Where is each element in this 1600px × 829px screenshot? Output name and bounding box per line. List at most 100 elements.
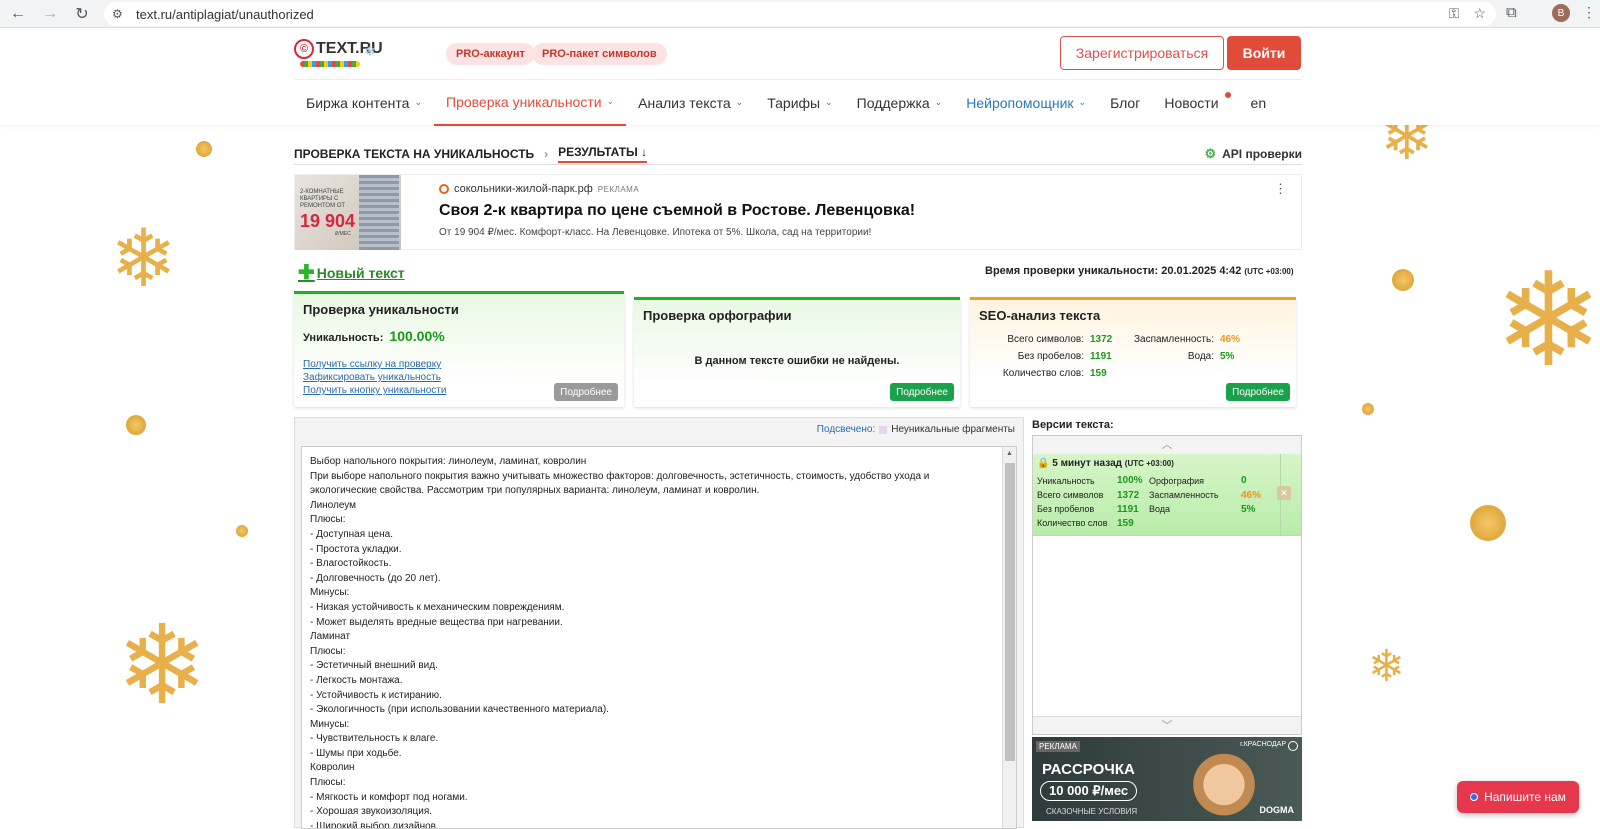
spelling-more-button[interactable]: Подробнее	[890, 383, 954, 401]
version-tz: (UTC +03:00)	[1124, 459, 1174, 468]
get-button-link[interactable]: Получить кнопку уникальности	[303, 384, 446, 397]
ad-city: г.КРАСНОДАР	[1240, 741, 1286, 748]
key-icon[interactable]: ⚿	[1449, 5, 1460, 22]
menu-item-blog[interactable]: Блог	[1098, 80, 1152, 126]
checked-text: Выбор напольного покрытия: линолеум, лам…	[302, 447, 992, 828]
ornament-dot	[1392, 269, 1414, 291]
scrollbar-thumb[interactable]	[1005, 463, 1015, 761]
browser-toolbar: ← → ↻ ⚙ text.ru/antiplagiat/unauthorized…	[0, 0, 1600, 28]
uniqueness-more-button[interactable]: Подробнее	[554, 383, 618, 401]
ad-title[interactable]: Своя 2-к квартира по цене съемной в Рост…	[439, 202, 915, 220]
site-settings-icon[interactable]: ⚙	[112, 7, 130, 21]
menu-label: Биржа контента	[306, 94, 410, 111]
text-line: При выборе напольного покрытия важно учи…	[310, 470, 930, 482]
ad-character-image	[1192, 745, 1256, 817]
version-label: Без пробелов	[1037, 504, 1095, 514]
ad-options-icon[interactable]	[1288, 741, 1298, 751]
uniqueness-card: Проверка уникальности Уникальность: 100.…	[294, 291, 624, 407]
highlight-legend-text: Неуникальные фрагменты	[891, 424, 1015, 435]
fix-uniqueness-link[interactable]: Зафиксировать уникальность	[303, 371, 446, 384]
highlight-label[interactable]: Подсвечено:	[817, 424, 875, 435]
text-line: - Долговечность (до 20 лет).	[310, 572, 441, 584]
chevron-up-icon[interactable]: ︿	[1033, 436, 1301, 454]
menu-label: Нейропомощник	[966, 94, 1074, 111]
menu-item-support[interactable]: Поддержка ⌄	[845, 80, 955, 126]
reload-icon[interactable]: ↻	[68, 2, 96, 26]
highlight-swatch	[879, 425, 888, 434]
menu-item-tariffs[interactable]: Тарифы ⌄	[755, 80, 844, 126]
ad-label: РЕКЛАМА	[1036, 741, 1080, 752]
register-button[interactable]: Зарегистрироваться	[1060, 36, 1224, 70]
breadcrumb: ПРОВЕРКА ТЕКСТА НА УНИКАЛЬНОСТЬ › РЕЗУЛЬ…	[294, 143, 1302, 165]
chevron-down-icon: ⌄	[1078, 97, 1087, 107]
seo-label: Вода:	[1187, 351, 1214, 362]
menu-item-text-analysis[interactable]: Анализ текста ⌄	[626, 80, 755, 126]
text-line: - Может выделять вредные вещества при на…	[310, 616, 563, 628]
scroll-up-icon[interactable]: ▲	[1006, 450, 1013, 457]
chat-status-icon	[1470, 793, 1479, 801]
menu-label: Поддержка	[856, 94, 930, 111]
menu-item-content-exchange[interactable]: Биржа контента ⌄	[294, 80, 434, 126]
ad-domain[interactable]: сокольники-жилой-парк.рф РЕКЛАМА	[439, 183, 639, 195]
text-scrollbar[interactable]: ▲	[1002, 447, 1016, 828]
menu-label: Проверка уникальности	[446, 93, 602, 110]
version-when: 5 минут назад	[1052, 458, 1122, 469]
api-link[interactable]: ⚙ API проверки	[1204, 146, 1302, 162]
menu-item-uniqueness-check[interactable]: Проверка уникальности ⌄	[434, 80, 627, 126]
seo-more-button[interactable]: Подробнее	[1226, 383, 1290, 401]
avatar[interactable]: B	[1552, 4, 1570, 22]
browser-menu-icon[interactable]: ⋮	[1582, 4, 1596, 21]
menu-label: en	[1250, 94, 1267, 111]
snowflake-decoration-icon: ❄	[110, 214, 178, 303]
forward-icon[interactable]: →	[36, 2, 64, 26]
menu-item-neuro-assistant[interactable]: Нейропомощник ⌄	[954, 80, 1098, 126]
pro-package-button[interactable]: PRO-пакет символов	[532, 43, 667, 65]
ad-bottom-banner[interactable]: РЕКЛАМА г.КРАСНОДАР РАССРОЧКА 10 000 ₽/м…	[1032, 737, 1302, 821]
text-line: Минусы:	[310, 587, 350, 599]
get-link-link[interactable]: Получить ссылку на проверку	[303, 358, 446, 371]
version-time: 🔒 5 минут назад (UTC +03:00)	[1037, 458, 1174, 469]
text-line: Плюсы:	[310, 514, 346, 526]
menu-item-language[interactable]: en	[1239, 80, 1279, 126]
login-button[interactable]: Войти	[1227, 36, 1301, 70]
text-line: - Экологичность (при использовании качес…	[310, 704, 609, 716]
more-options-icon[interactable]: ⋮	[1274, 181, 1287, 197]
version-value: 1372	[1117, 490, 1140, 501]
breadcrumb-current: РЕЗУЛЬТАТЫ ↓	[558, 145, 648, 163]
text-line: Плюсы:	[310, 777, 346, 789]
card-title: Проверка орфографии	[643, 308, 792, 323]
new-text-link[interactable]: ✚ Новый текст	[298, 260, 405, 285]
card-title: SEO-анализ текста	[979, 308, 1101, 323]
star-icon[interactable]: ☆	[1473, 5, 1486, 22]
menu-label: Тарифы	[767, 94, 821, 111]
text-line: - Чувствительность к влаге.	[310, 733, 439, 745]
address-bar[interactable]: ⚙ text.ru/antiplagiat/unauthorized ⚿ ☆	[104, 2, 1496, 26]
back-icon[interactable]: ←	[4, 2, 32, 26]
seo-label: Количество слов:	[1002, 368, 1084, 379]
text-line: - Эстетичный внешний вид.	[310, 660, 438, 672]
seo-label: Всего символов:	[1007, 334, 1084, 345]
checked-text-area[interactable]: Выбор напольного покрытия: линолеум, лам…	[301, 446, 1017, 829]
chevron-down-icon: ⌄	[606, 96, 615, 106]
version-value: 46%	[1241, 490, 1262, 501]
text-line: Ламинат	[310, 631, 351, 643]
ad-description: От 19 904 ₽/мес. Комфорт-класс. На Левен…	[439, 227, 872, 238]
chat-button[interactable]: Напишите нам	[1457, 781, 1579, 813]
ad-banner[interactable]: 2-КОМНАТНЫЕ КВАРТИРЫ С РЕМОНТОМ ОТ 19 90…	[294, 174, 1302, 250]
version-item[interactable]: 🔒 5 минут назад (UTC +03:00) Уникальност…	[1033, 454, 1301, 536]
check-time-tz: (UTC +03:00)	[1244, 267, 1294, 276]
chevron-down-icon[interactable]: ﹀	[1033, 716, 1301, 734]
version-label: Количество слов	[1037, 518, 1108, 528]
delete-version-icon[interactable]: ✕	[1277, 486, 1291, 500]
snowflake-decoration-icon: ❄	[1494, 247, 1600, 393]
snowflake-decoration-icon: ❄	[116, 604, 209, 727]
ad-image-unit: ₽/МЕС	[335, 231, 351, 237]
seo-card: SEO-анализ текста Всего символов: 1372 Бе…	[970, 297, 1296, 407]
version-value: 5%	[1241, 504, 1256, 515]
menu-item-news[interactable]: Новости	[1152, 80, 1238, 126]
ad-image-price: 19 904	[300, 211, 356, 231]
breadcrumb-root[interactable]: ПРОВЕРКА ТЕКСТА НА УНИКАЛЬНОСТЬ	[294, 147, 534, 161]
extensions-icon[interactable]: ⧉	[1506, 4, 1517, 21]
pro-account-button[interactable]: PRO-аккаунт	[446, 43, 535, 65]
seo-label: Без пробелов:	[1017, 351, 1084, 362]
